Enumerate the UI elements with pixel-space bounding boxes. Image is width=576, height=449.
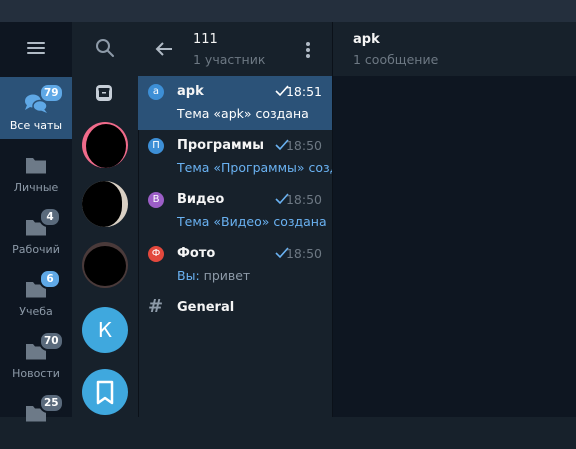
topic-time: 18:50: [285, 246, 322, 261]
topic-list-header: 111 1 участник: [138, 22, 332, 76]
topic-icon: В: [148, 192, 164, 208]
topic-photo[interactable]: Ф Фото 18:50 Вы: привет: [138, 238, 332, 292]
topic-icon: Ф: [148, 246, 164, 262]
avatar[interactable]: [82, 181, 128, 227]
preview-text: привет: [203, 268, 251, 283]
topic-time: 18:51: [285, 84, 322, 99]
folder-rail: 79 Все чаты Личные 4 Рабочий 6 Учеба 70 …: [0, 22, 72, 422]
folder-label: Учеба: [19, 305, 53, 318]
chat-header: apk 1 сообщение: [332, 22, 576, 76]
topic-name: Программы: [177, 138, 264, 153]
topic-programs[interactable]: П Программы 18:50 Тема «Программы» созда…: [138, 130, 362, 184]
back-arrow-icon[interactable]: [154, 39, 174, 59]
folder-study[interactable]: 6 Учеба: [0, 263, 72, 325]
folder-all-chats[interactable]: 79 Все чаты: [0, 77, 72, 139]
preview-sender: Вы:: [177, 268, 200, 283]
topic-video[interactable]: В Видео 18:50 Тема «Видео» создана: [138, 184, 332, 238]
topic-apk[interactable]: а apk 18:51 Тема «apk» создана: [138, 76, 332, 130]
folder-work[interactable]: 4 Рабочий: [0, 201, 72, 263]
unread-badge: 70: [39, 331, 64, 351]
search-icon[interactable]: [95, 38, 115, 58]
topic-name: Видео: [177, 192, 225, 207]
saved-messages-avatar[interactable]: [82, 369, 128, 415]
unread-badge: 6: [39, 269, 61, 289]
topic-name: Фото: [177, 246, 216, 261]
bookmark-icon: [96, 380, 114, 405]
more-vertical-icon[interactable]: [304, 39, 312, 59]
topic-list: а apk 18:51 Тема «apk» создана П Програм…: [138, 76, 362, 417]
avatar[interactable]: [82, 122, 128, 168]
folder-icon: [26, 158, 46, 174]
topic-general[interactable]: # General: [138, 292, 332, 346]
topic-icon: П: [148, 138, 164, 154]
topic-time: 18:50: [285, 138, 322, 153]
unread-badge: 25: [39, 393, 64, 413]
folder-label: Рабочий: [12, 243, 60, 256]
folder-label: Новости: [12, 367, 60, 380]
topic-name: apk: [177, 84, 204, 99]
group-title: 111: [193, 32, 218, 47]
folder-personal[interactable]: Личные: [0, 139, 72, 201]
archive-icon[interactable]: [96, 85, 112, 101]
folder-news[interactable]: 70 Новости: [0, 325, 72, 387]
folder-extra[interactable]: 25: [0, 387, 72, 449]
unread-badge: 79: [39, 83, 64, 103]
folder-label: Все чаты: [9, 119, 63, 132]
window-titlebar: [0, 0, 576, 22]
hash-icon: #: [148, 296, 164, 317]
chat-title: apk: [353, 32, 380, 47]
chat-messages-area[interactable]: [332, 76, 576, 417]
topic-preview: Тема «Видео» создана: [177, 214, 327, 229]
avatar[interactable]: [82, 242, 128, 288]
group-member-count: 1 участник: [193, 52, 266, 67]
avatar[interactable]: К: [82, 307, 128, 353]
folder-label: Личные: [13, 181, 59, 194]
forum-avatar-column: К: [72, 22, 139, 417]
unread-badge: 4: [39, 207, 61, 227]
chat-message-count: 1 сообщение: [353, 52, 439, 67]
topic-name: General: [177, 300, 235, 315]
hamburger-icon[interactable]: [0, 22, 72, 74]
topic-preview: Вы: привет: [177, 268, 250, 283]
topic-icon: а: [148, 84, 164, 100]
topic-time: 18:50: [285, 192, 322, 207]
topic-preview: Тема «apk» создана: [177, 106, 309, 121]
